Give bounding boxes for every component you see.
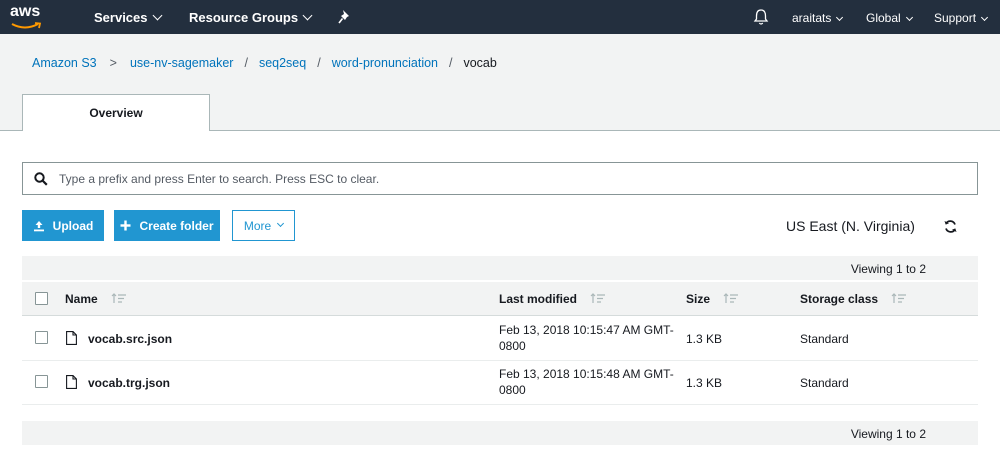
- upload-label: Upload: [52, 218, 94, 233]
- file-icon: [66, 331, 77, 345]
- chevron-down-icon: [980, 13, 989, 22]
- upload-button[interactable]: Upload: [22, 210, 104, 241]
- chevron-down-icon: [836, 13, 844, 22]
- services-menu[interactable]: Services: [94, 10, 162, 25]
- chevron-down-icon: [277, 219, 285, 228]
- viewing-bar-bottom: Viewing 1 to 2: [22, 421, 978, 445]
- user-label: araitats: [792, 11, 832, 25]
- breadcrumb-separator: /: [449, 56, 453, 70]
- region-label: US East (N. Virginia): [786, 218, 915, 234]
- more-button[interactable]: More: [232, 210, 295, 241]
- support-label: Support: [934, 11, 977, 25]
- create-folder-label: Create folder: [139, 218, 214, 233]
- sort-icon: [723, 293, 739, 304]
- search-icon: [34, 172, 48, 186]
- viewing-count: Viewing 1 to 2: [850, 427, 926, 441]
- row-checkbox[interactable]: [35, 331, 48, 344]
- tab-overview[interactable]: Overview: [22, 94, 210, 131]
- user-menu[interactable]: araitats: [792, 11, 844, 25]
- table-row[interactable]: vocab.src.json Feb 13, 2018 10:15:47 AM …: [22, 317, 978, 361]
- chevron-down-icon: [152, 10, 162, 21]
- viewing-bar-top: Viewing 1 to 2: [22, 256, 978, 280]
- breadcrumb: Amazon S3 > use-nv-sagemaker / seq2seq / word-…: [32, 56, 497, 70]
- aws-logo[interactable]: aws: [10, 3, 52, 31]
- last-modified-line: Feb 13, 2018 10:15:47 AM GMT-: [499, 323, 674, 337]
- file-icon: [66, 375, 77, 389]
- aws-logo-text: aws: [10, 3, 41, 20]
- breadcrumb-current: vocab: [463, 56, 497, 70]
- support-menu[interactable]: Support: [934, 11, 989, 25]
- sort-icon: [891, 293, 907, 304]
- last-modified-line: 0800: [499, 383, 526, 397]
- top-nav: aws Services Resource Groups araitats Gl…: [0, 0, 1000, 34]
- more-label: More: [243, 218, 272, 233]
- breadcrumb-separator: /: [244, 56, 248, 70]
- chevron-down-icon: [905, 13, 913, 22]
- upload-icon: [33, 220, 44, 231]
- breadcrumb-amazon-s3[interactable]: Amazon S3: [32, 56, 97, 70]
- plus-icon: [120, 220, 131, 231]
- last-modified-line: Feb 13, 2018 10:15:48 AM GMT-: [499, 367, 674, 381]
- refresh-icon[interactable]: [943, 219, 958, 234]
- breadcrumb-folder-word-pronunciation[interactable]: word-pronunciation: [332, 56, 438, 70]
- storage-class-cell: Standard: [800, 376, 849, 390]
- last-modified-cell: Feb 13, 2018 10:15:47 AM GMT- 0800: [499, 322, 679, 354]
- search-input[interactable]: [59, 164, 959, 193]
- column-name[interactable]: Name: [65, 292, 127, 306]
- breadcrumb-bucket[interactable]: use-nv-sagemaker: [130, 56, 234, 70]
- region-label: Global: [866, 11, 901, 25]
- last-modified-cell: Feb 13, 2018 10:15:48 AM GMT- 0800: [499, 366, 679, 398]
- services-label: Services: [94, 10, 148, 25]
- column-storage-class[interactable]: Storage class: [800, 292, 907, 306]
- sort-icon: [111, 293, 127, 304]
- search-box: [22, 162, 978, 195]
- resource-groups-menu[interactable]: Resource Groups: [189, 10, 313, 25]
- table-row[interactable]: vocab.trg.json Feb 13, 2018 10:15:48 AM …: [22, 361, 978, 405]
- file-name-link[interactable]: vocab.src.json: [88, 332, 172, 346]
- column-size[interactable]: Size: [686, 292, 739, 306]
- column-last-modified-label: Last modified: [499, 292, 578, 306]
- breadcrumb-separator: /: [317, 56, 321, 70]
- size-cell: 1.3 KB: [686, 332, 723, 346]
- storage-class-cell: Standard: [800, 332, 849, 346]
- breadcrumb-separator: >: [109, 56, 117, 70]
- last-modified-line: 0800: [499, 339, 526, 353]
- viewing-count: Viewing 1 to 2: [850, 262, 926, 276]
- column-name-label: Name: [65, 292, 98, 306]
- table-header: Name Last modified Size Storage class: [22, 282, 978, 316]
- breadcrumb-folder-seq2seq[interactable]: seq2seq: [259, 56, 306, 70]
- chevron-down-icon: [302, 10, 313, 21]
- size-cell: 1.3 KB: [686, 376, 723, 390]
- column-size-label: Size: [686, 292, 711, 306]
- create-folder-button[interactable]: Create folder: [114, 210, 220, 241]
- select-all-checkbox[interactable]: [35, 292, 48, 305]
- file-name-link[interactable]: vocab.trg.json: [88, 376, 170, 390]
- bell-icon[interactable]: [753, 8, 769, 26]
- aws-smile-icon: [11, 22, 42, 29]
- column-storage-class-label: Storage class: [800, 292, 879, 306]
- resource-groups-label: Resource Groups: [189, 10, 299, 25]
- region-menu[interactable]: Global: [866, 11, 913, 25]
- sort-icon: [590, 293, 606, 304]
- pin-icon[interactable]: [338, 9, 352, 25]
- column-last-modified[interactable]: Last modified: [499, 292, 606, 306]
- row-checkbox[interactable]: [35, 375, 48, 388]
